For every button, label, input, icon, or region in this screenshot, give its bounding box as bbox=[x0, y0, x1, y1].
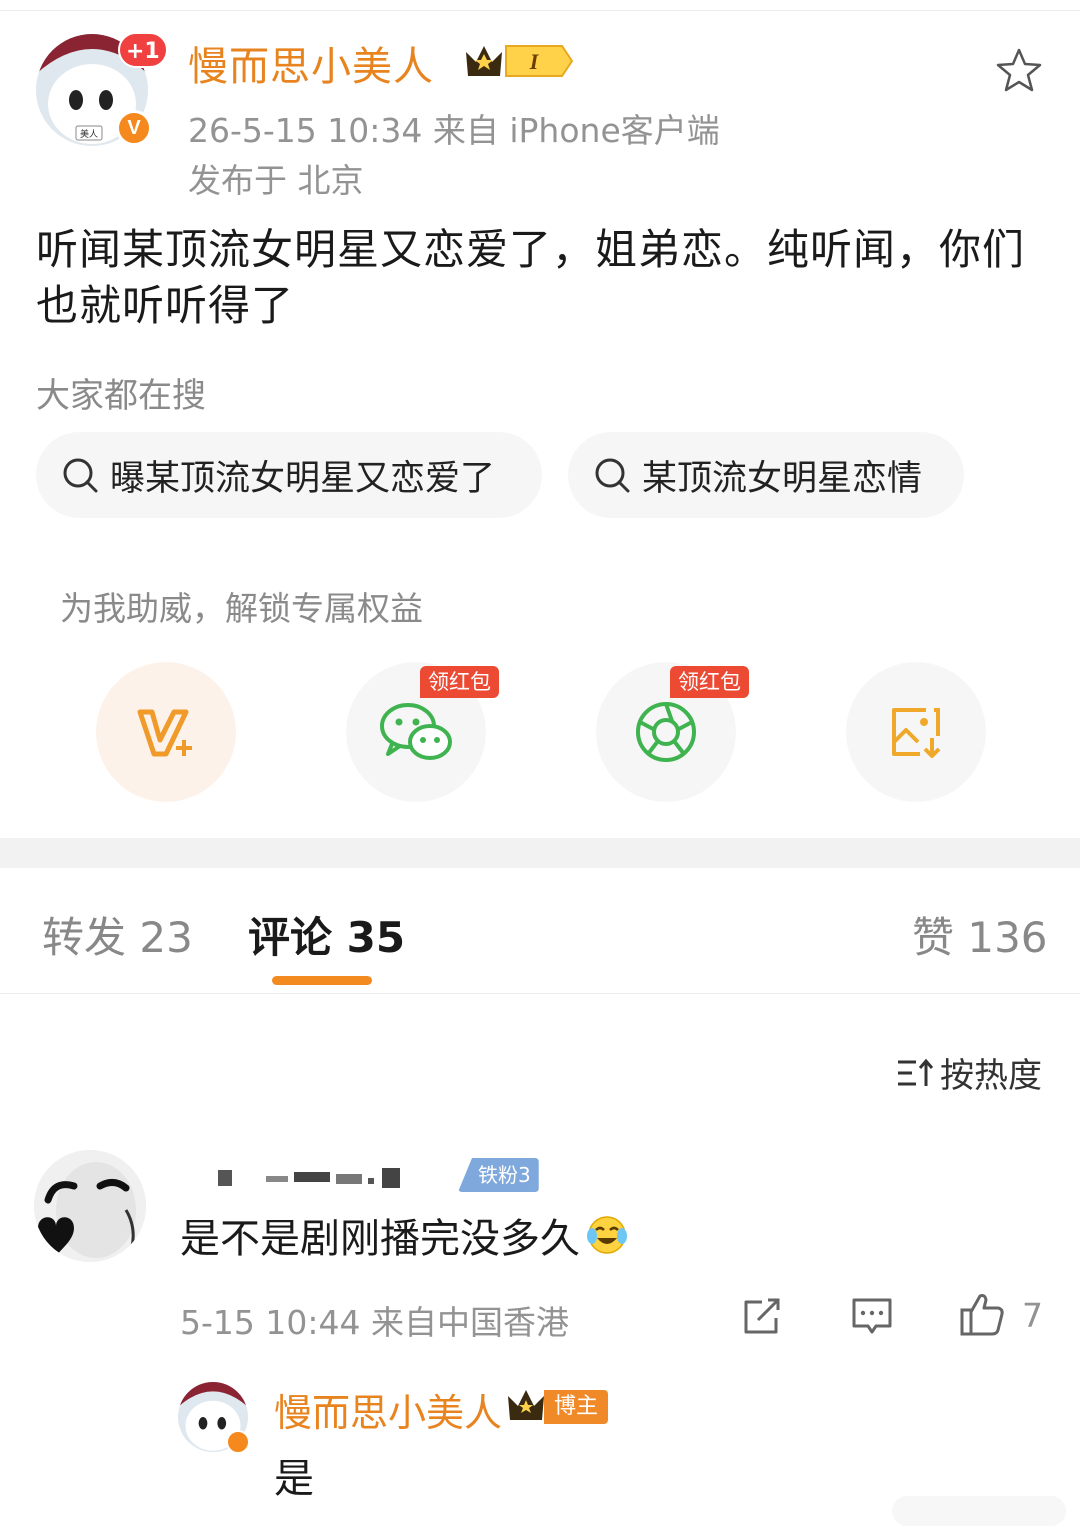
sort-label: 按热度 bbox=[940, 1056, 1042, 1096]
tab-reposts[interactable]: 转发 23 bbox=[42, 904, 193, 965]
vplus-button[interactable] bbox=[96, 662, 236, 802]
red-packet-tag: 领红包 bbox=[420, 666, 499, 698]
wechat-icon bbox=[380, 703, 452, 760]
search-icon bbox=[595, 458, 630, 493]
section-divider bbox=[0, 838, 1080, 868]
post-time-source: 26-5-15 10:34 来自 iPhone客户端 bbox=[188, 111, 720, 150]
fan-level-badge: 铁粉3 bbox=[458, 1158, 539, 1192]
vplus-icon bbox=[137, 709, 192, 757]
trending-chip[interactable]: 曝某顶流女明星又恋爱了 bbox=[36, 432, 542, 518]
thumbs-up-icon[interactable] bbox=[958, 1290, 1006, 1338]
share-icon[interactable] bbox=[740, 1294, 784, 1338]
svg-text:美人: 美人 bbox=[80, 128, 98, 140]
vip-crown-icon[interactable]: I bbox=[462, 40, 574, 82]
reply-author-name[interactable]: 慢而思小美人 bbox=[274, 1382, 502, 1437]
verified-icon bbox=[226, 1430, 250, 1454]
reply-comment-icon[interactable] bbox=[850, 1294, 894, 1338]
trending-title: 大家都在搜 bbox=[36, 376, 206, 416]
post-text: 听闻某顶流女明星又恋爱了，姐弟恋。纯听闻，你们也就听听得了 bbox=[36, 225, 1026, 330]
top-divider bbox=[0, 10, 1080, 11]
tab-likes[interactable]: 赞 136 bbox=[912, 904, 1048, 965]
like-count: 7 bbox=[1022, 1296, 1043, 1335]
sort-button[interactable]: 按热度 bbox=[896, 1048, 1042, 1097]
author-avatar[interactable]: 美人 +1 V bbox=[36, 32, 168, 150]
verified-icon: V bbox=[116, 110, 152, 146]
active-tab-indicator bbox=[272, 976, 372, 985]
tab-comments[interactable]: 评论 35 bbox=[248, 904, 405, 965]
save-image-icon bbox=[892, 708, 941, 758]
vip-level-text: I bbox=[529, 49, 540, 74]
commenter-name-blurred[interactable] bbox=[196, 1160, 458, 1190]
bottom-fade-bar bbox=[892, 1496, 1066, 1526]
post-location: 发布于 北京 bbox=[188, 161, 364, 200]
trending-chip-label: 某顶流女明星恋情 bbox=[642, 458, 923, 499]
save-image-button[interactable] bbox=[846, 662, 986, 802]
comment-text: 是不是剧刚播完没多久 bbox=[180, 1216, 580, 1262]
crown-icon bbox=[508, 1390, 544, 1420]
support-title: 为我助威，解锁专属权益 bbox=[60, 589, 423, 628]
commenter-avatar[interactable] bbox=[34, 1150, 146, 1262]
blogger-badge: 博主 bbox=[544, 1390, 609, 1424]
search-icon bbox=[63, 458, 98, 493]
red-packet-tag: 领红包 bbox=[670, 666, 749, 698]
trending-chip[interactable]: 某顶流女明星恋情 bbox=[568, 432, 964, 518]
trending-chip-label: 曝某顶流女明星又恋爱了 bbox=[110, 458, 496, 499]
laugh-cry-emoji-icon bbox=[587, 1216, 627, 1254]
comment-text-row: 是不是剧刚播完没多久 bbox=[180, 1206, 628, 1264]
comment-meta: 5-15 10:44 来自中国香港 bbox=[180, 1303, 569, 1342]
notification-badge: +1 bbox=[118, 32, 168, 68]
author-name[interactable]: 慢而思小美人 bbox=[188, 34, 434, 92]
moments-icon bbox=[636, 702, 696, 762]
tabs-divider bbox=[0, 993, 1080, 994]
favorite-star-icon[interactable] bbox=[994, 46, 1044, 96]
sort-icon bbox=[898, 1058, 934, 1086]
reply-text: 是 bbox=[274, 1456, 314, 1502]
